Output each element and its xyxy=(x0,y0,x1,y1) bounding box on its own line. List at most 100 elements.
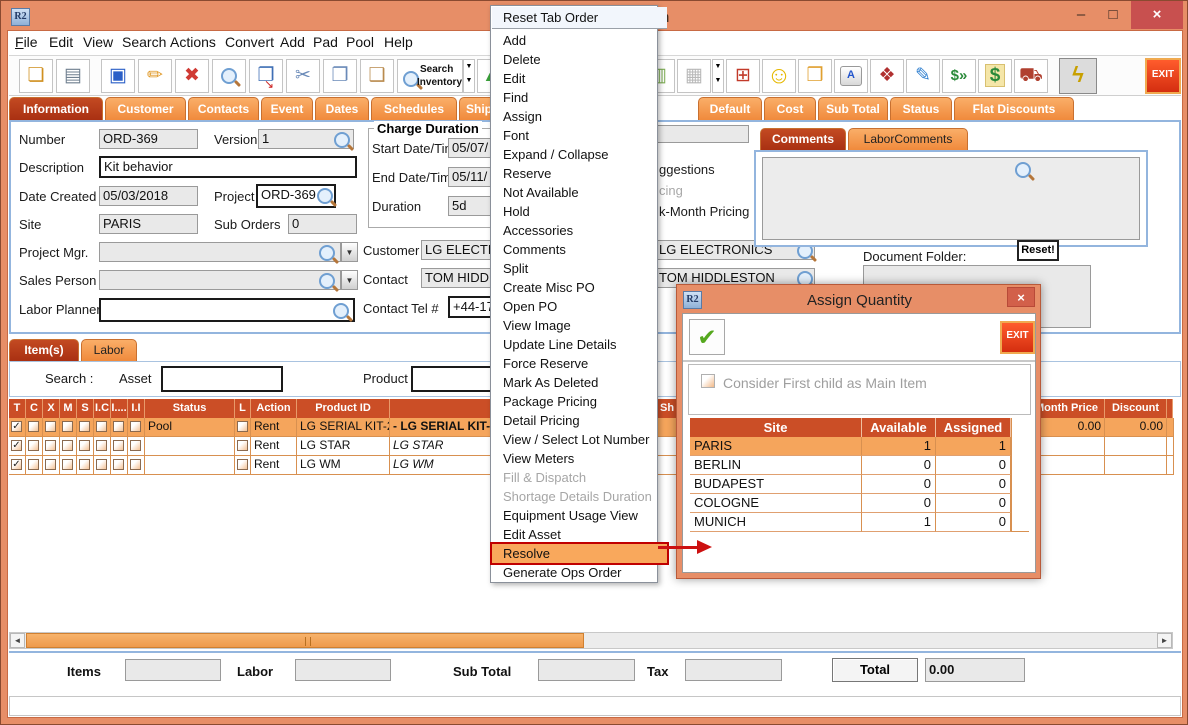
search-inventory-button[interactable]: Search Inventory xyxy=(397,59,463,93)
contact-tel-field[interactable]: +44-17 xyxy=(448,296,493,318)
dialog-cell-site[interactable]: PARIS xyxy=(690,437,862,456)
dialog-cell-site[interactable]: MUNICH xyxy=(690,513,862,532)
smiley-button[interactable]: ☺ xyxy=(762,59,796,93)
col-header-ii[interactable]: I.I xyxy=(128,399,145,418)
col-header-idots[interactable]: I.... xyxy=(111,399,128,418)
menu-item-view-select-lot-number[interactable]: View / Select Lot Number xyxy=(492,430,667,449)
tab-labor-comments[interactable]: LaborComments xyxy=(848,128,968,150)
cell-status[interactable] xyxy=(145,456,235,475)
menu-edit[interactable]: Edit xyxy=(49,34,73,50)
dialog-cell-assigned[interactable]: 0 xyxy=(936,456,1011,475)
menu-item-not-available[interactable]: Not Available xyxy=(492,183,667,202)
checkbox[interactable] xyxy=(96,440,107,451)
dialog-cell-available[interactable]: 1 xyxy=(862,437,936,456)
paste-button[interactable]: ❑ xyxy=(360,59,394,93)
col-header-m[interactable]: M xyxy=(60,399,77,418)
tab-event[interactable]: Event xyxy=(261,97,313,120)
date-created-field[interactable]: 05/03/2018 xyxy=(99,186,198,206)
cell-product-id[interactable]: LG WM xyxy=(297,456,390,475)
tab-items[interactable]: Item(s) xyxy=(9,339,79,361)
dialog-col-available[interactable]: Available xyxy=(862,418,936,437)
cell-checkbox[interactable]: ✓ xyxy=(9,437,26,456)
col-header-status[interactable]: Status xyxy=(145,399,235,418)
menu-item-reserve[interactable]: Reserve xyxy=(492,164,667,183)
col-header-c[interactable]: C xyxy=(26,399,43,418)
minimize-button[interactable]: – xyxy=(1067,3,1095,29)
scroll-right-icon[interactable]: ► xyxy=(1157,633,1172,648)
menu-item-package-pricing[interactable]: Package Pricing xyxy=(492,392,667,411)
dialog-cell-available[interactable]: 1 xyxy=(862,513,936,532)
cell-checkbox[interactable] xyxy=(128,418,145,437)
checkbox[interactable] xyxy=(45,440,56,451)
close-button[interactable]: × xyxy=(1131,1,1183,29)
menu-item-delete[interactable]: Delete xyxy=(492,50,667,69)
menu-add[interactable]: Add xyxy=(280,34,305,50)
checkbox[interactable] xyxy=(28,421,39,432)
menu-item-comments[interactable]: Comments xyxy=(492,240,667,259)
menu-item-reset-tab-order[interactable]: Reset Tab Order xyxy=(492,7,667,29)
checkbox[interactable] xyxy=(237,421,248,432)
tab-dates[interactable]: Dates xyxy=(315,97,369,120)
project-mgr-field[interactable] xyxy=(99,242,341,262)
cell-checkbox[interactable] xyxy=(111,437,128,456)
find-button[interactable] xyxy=(212,59,246,93)
checkbox[interactable] xyxy=(79,459,90,470)
col-header-l[interactable]: L xyxy=(235,399,251,418)
checkbox[interactable] xyxy=(62,459,73,470)
dialog-table-scroll-strip[interactable] xyxy=(1011,418,1029,532)
project-search-icon[interactable] xyxy=(317,188,333,204)
tab-cost[interactable]: Cost xyxy=(764,97,816,120)
sub-orders-field[interactable]: 0 xyxy=(288,214,357,234)
tab-schedules[interactable]: Schedules xyxy=(371,97,457,120)
cell-checkbox[interactable]: ✓ xyxy=(9,456,26,475)
hierarchy-button[interactable]: ⊞ xyxy=(726,59,760,93)
customer-code-field[interactable]: LG ELECTR xyxy=(421,240,492,260)
checkbox[interactable] xyxy=(79,440,90,451)
menu-item-expand-collapse[interactable]: Expand / Collapse xyxy=(492,145,667,164)
cell-checkbox[interactable] xyxy=(60,418,77,437)
comments-textarea[interactable] xyxy=(762,157,1140,240)
paste-special-button[interactable]: ❐↘ xyxy=(249,59,283,93)
flash-button[interactable]: ϟ xyxy=(1059,58,1097,94)
scrollbar-thumb[interactable] xyxy=(26,633,584,648)
cell-checkbox[interactable] xyxy=(43,437,60,456)
tab-sub-total[interactable]: Sub Total xyxy=(818,97,888,120)
checkbox[interactable] xyxy=(79,421,90,432)
cell-product-id[interactable]: LG STAR xyxy=(297,437,390,456)
comments-search-icon[interactable] xyxy=(1015,162,1031,178)
menu-item-view-image[interactable]: View Image xyxy=(492,316,667,335)
cell-checkbox[interactable] xyxy=(94,456,111,475)
cell-checkbox[interactable] xyxy=(26,437,43,456)
checkbox-checked[interactable]: ✓ xyxy=(11,421,22,432)
tab-comments[interactable]: Comments xyxy=(760,128,846,150)
scroll-left-icon[interactable]: ◄ xyxy=(10,633,25,648)
cell-checkbox[interactable] xyxy=(128,456,145,475)
cell-checkbox[interactable] xyxy=(43,456,60,475)
toolbar-exit-button[interactable]: EXIT xyxy=(1145,58,1181,94)
duration-field[interactable]: 5d xyxy=(448,196,493,216)
cell-discount[interactable] xyxy=(1105,456,1167,475)
dialog-cell-assigned[interactable]: 0 xyxy=(936,475,1011,494)
col-header-x[interactable]: X xyxy=(43,399,60,418)
cell-checkbox[interactable] xyxy=(60,456,77,475)
labor-planner-field[interactable] xyxy=(99,298,355,322)
tab-information[interactable]: Information xyxy=(9,97,103,120)
cell-checkbox[interactable] xyxy=(43,418,60,437)
description-field[interactable]: Kit behavior xyxy=(99,156,357,178)
cell-checkbox[interactable] xyxy=(26,418,43,437)
dialog-cell-available[interactable]: 0 xyxy=(862,456,936,475)
cell-l[interactable] xyxy=(235,437,251,456)
version-search-icon[interactable] xyxy=(334,132,350,148)
truck-button[interactable]: ⛟ xyxy=(1014,59,1048,93)
cell-checkbox[interactable]: ✓ xyxy=(9,418,26,437)
maximize-button[interactable]: □ xyxy=(1099,3,1127,29)
search-inventory-dropdown[interactable]: ▼▼ xyxy=(463,59,475,93)
menu-item-open-po[interactable]: Open PO xyxy=(492,297,667,316)
dialog-cell-assigned[interactable]: 0 xyxy=(936,513,1011,532)
menu-item-add[interactable]: Add xyxy=(492,31,667,50)
cut-button[interactable]: ✂ xyxy=(286,59,320,93)
labor-planner-search-icon[interactable] xyxy=(333,303,349,319)
sales-person-field[interactable] xyxy=(99,270,341,290)
checkbox[interactable] xyxy=(62,421,73,432)
checkbox[interactable] xyxy=(130,440,141,451)
